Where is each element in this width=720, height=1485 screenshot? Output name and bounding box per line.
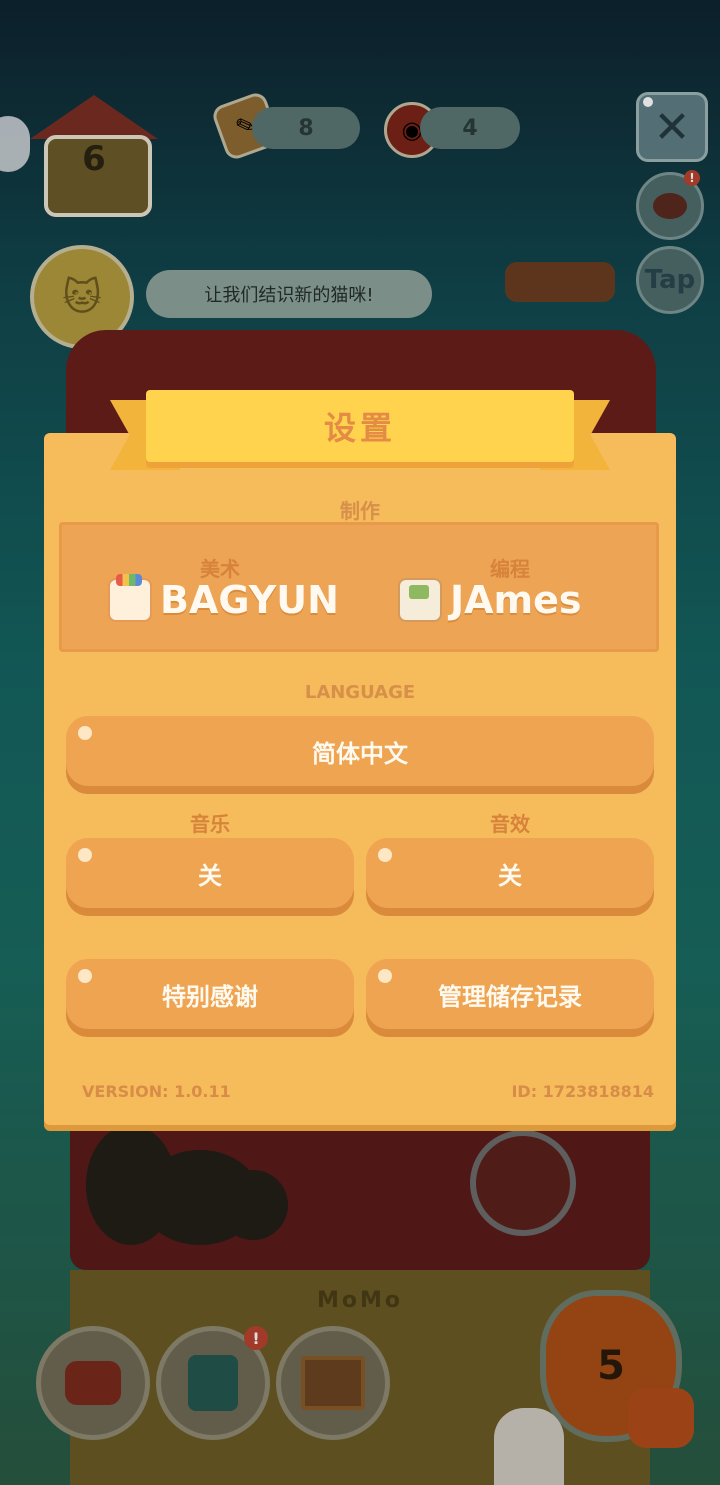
white-cat-icon [494,1408,564,1485]
side-chat-badge[interactable] [0,116,30,172]
scene-tower [505,262,615,302]
record-icon [653,193,687,219]
gameboy-icon [398,578,442,622]
music-toggle-button[interactable]: 关 [66,838,354,908]
player-id-text: ID: 1723818814 [511,1082,654,1101]
house-level-badge[interactable]: 6 [30,95,158,217]
special-thanks-button[interactable]: 特别感谢 [66,959,354,1029]
settings-title-ribbon: 设置 [146,390,574,462]
close-button[interactable]: ✕ [636,92,708,162]
can-count: 4 [462,115,478,141]
house-level-number: 6 [82,139,106,179]
art-credit-name: BAGYUN [160,578,339,622]
record-notification-mark: ! [689,171,695,185]
manage-saves-label: 管理储存记录 [438,982,582,1011]
version-text: VERSION: 1.0.11 [82,1082,231,1101]
cat-corner-icon[interactable] [628,1388,694,1448]
book-notification-badge: ! [244,1326,268,1350]
music-heading: 音乐 [190,812,230,836]
code-credit-name: JAmes [450,578,582,622]
settings-title: 设置 [323,409,396,447]
tap-button[interactable]: Tap [636,246,704,314]
furniture-button[interactable] [36,1326,150,1440]
drum-icon [470,1130,576,1236]
palette-icon [108,574,152,622]
credits-heading: 制作 [340,499,380,523]
speech-bubble: 让我们结识新的猫咪! [146,270,432,318]
can-counter: 4 [420,107,520,149]
sfx-heading: 音效 [490,812,530,836]
sfx-toggle-button[interactable]: 关 [366,838,654,908]
music-value: 关 [198,861,222,890]
language-heading: LANGUAGE [304,682,416,703]
dark-cushion-icon [218,1170,288,1240]
tap-label: Tap [644,265,696,295]
cat-face-icon: 🐱 [62,275,102,319]
picture-frame-icon [301,1356,365,1410]
manage-saves-button[interactable]: 管理储存记录 [366,959,654,1029]
code-credit: JAmes [398,578,582,622]
cat-counter-value: 5 [597,1343,625,1389]
gallery-button[interactable] [276,1326,390,1440]
house-roof [30,95,158,139]
pencil-counter: 8 [252,107,360,149]
book-notification-mark: ! [252,1328,260,1348]
art-credit: BAGYUN [108,574,339,622]
pencil-count: 8 [298,115,314,141]
record-notification-badge: ! [684,170,700,186]
armchair-icon [65,1361,121,1405]
book-icon [188,1355,238,1411]
speech-text: 让我们结识新的猫咪! [204,285,374,306]
sfx-value: 关 [498,861,522,890]
close-icon: ✕ [653,101,691,153]
language-value: 简体中文 [312,739,408,768]
language-button[interactable]: 简体中文 [66,716,654,786]
special-thanks-label: 特别感谢 [162,982,258,1011]
